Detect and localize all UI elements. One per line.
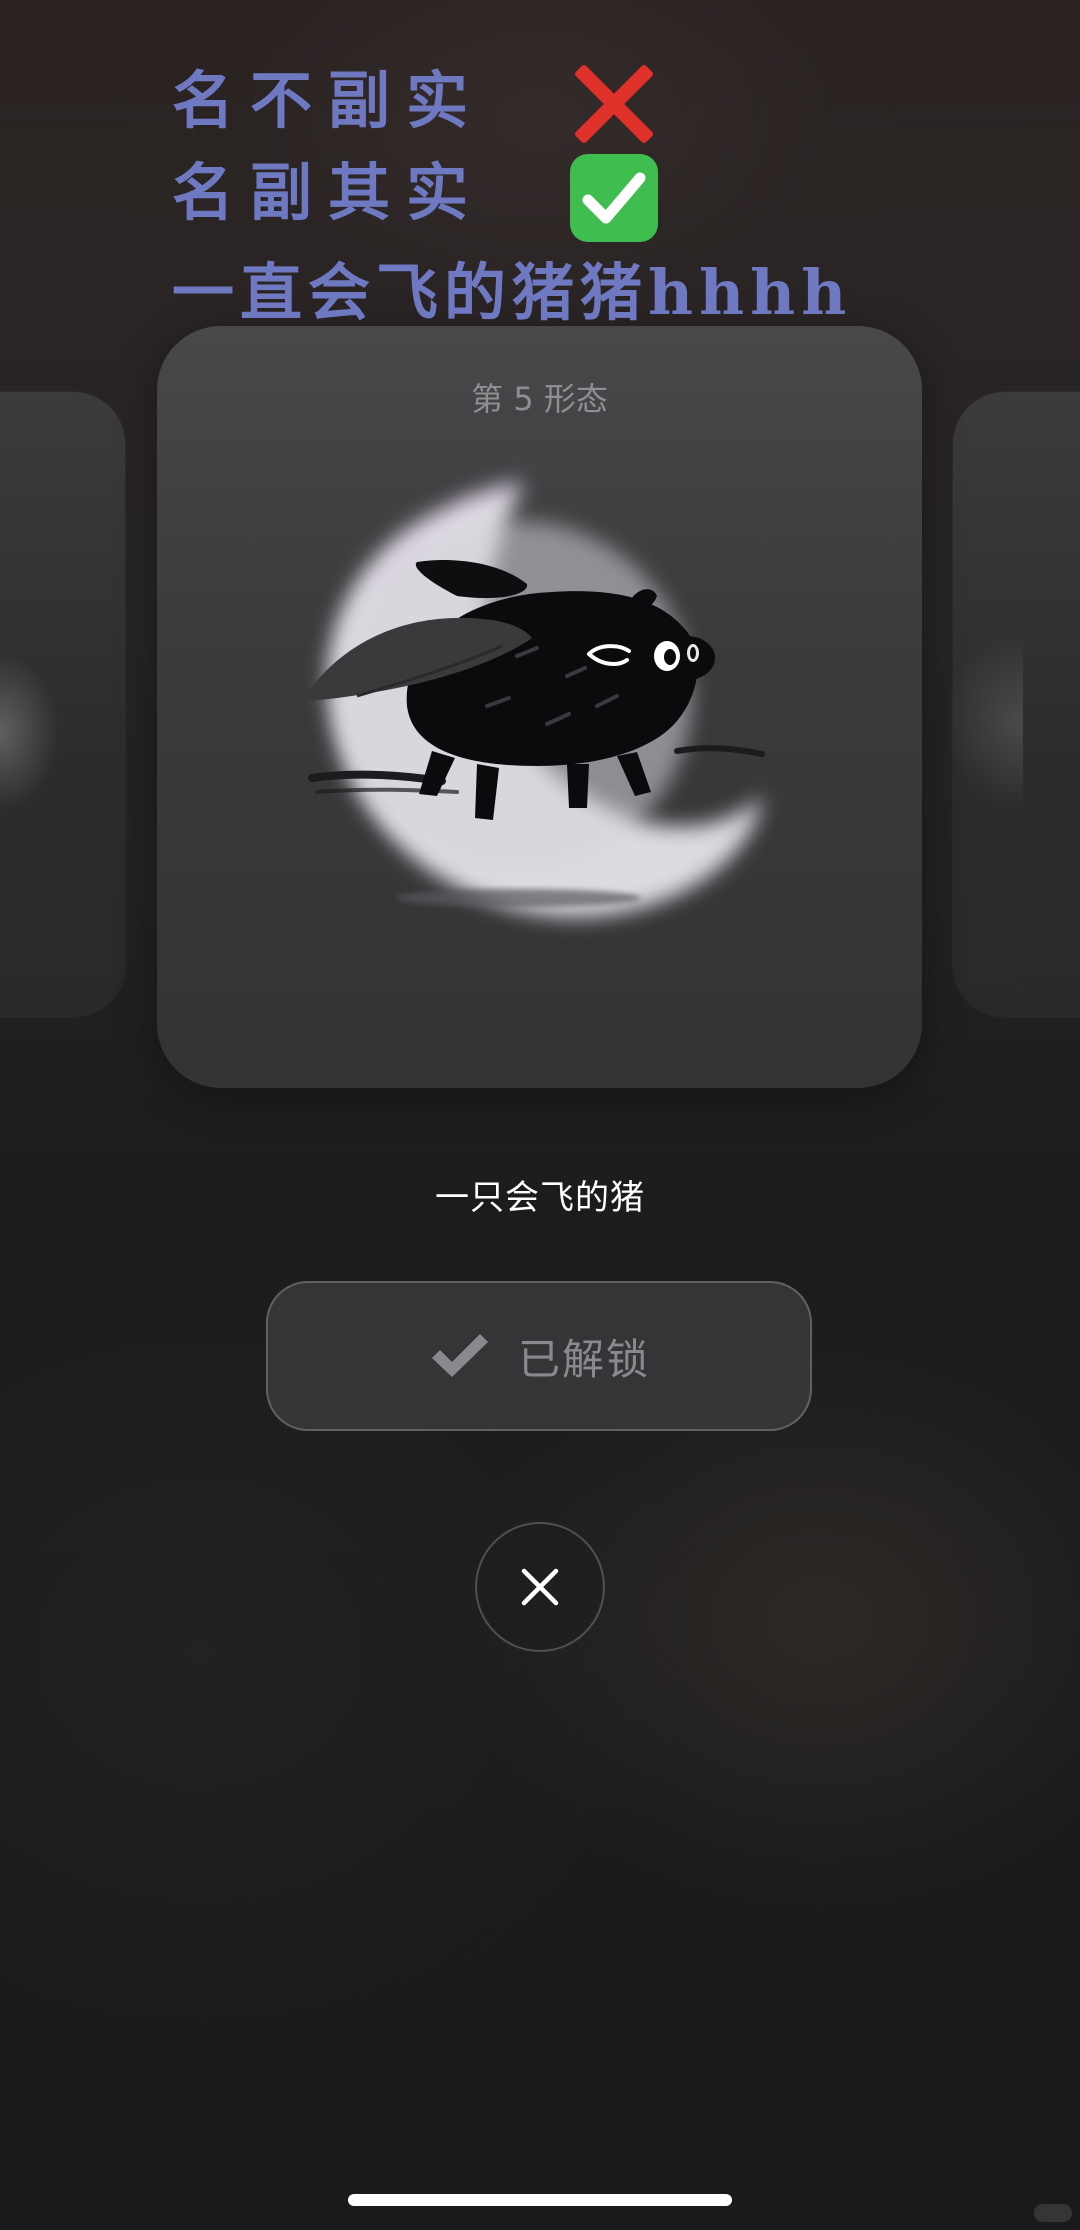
home-indicator[interactable] — [348, 2194, 732, 2206]
cross-mark-icon — [575, 65, 653, 143]
next-card-glow — [943, 632, 1023, 812]
caption-line-2: 名副其实 — [172, 156, 485, 229]
previous-card-glow — [0, 652, 60, 812]
form-stage-label: 第 5 形态 — [471, 380, 608, 418]
caption-line-1: 名不副实 — [172, 64, 485, 137]
current-form-card: 第 5 形态 — [157, 326, 922, 1088]
watermark-badge — [1034, 2204, 1072, 2222]
pet-name-title: 一只会飞的猪 — [435, 1178, 645, 1218]
unlocked-button-label: 已解锁 — [517, 1334, 650, 1384]
next-form-card[interactable] — [943, 392, 1080, 1017]
close-button[interactable] — [475, 1522, 605, 1652]
pet-form-screen: 第 5 形态 一只会飞的猪 已解锁 名不副实 名副其实 一直会飞的猪猪hhhh — [0, 0, 1080, 2230]
close-icon — [521, 1568, 559, 1606]
unlocked-button[interactable]: 已解锁 — [266, 1281, 812, 1431]
check-box-icon — [570, 154, 658, 242]
caption-line-3: 一直会飞的猪猪hhhh — [172, 256, 853, 329]
previous-form-card[interactable] — [0, 392, 125, 1017]
flying-pig-icon — [302, 479, 765, 917]
checkmark-icon — [431, 1334, 488, 1377]
